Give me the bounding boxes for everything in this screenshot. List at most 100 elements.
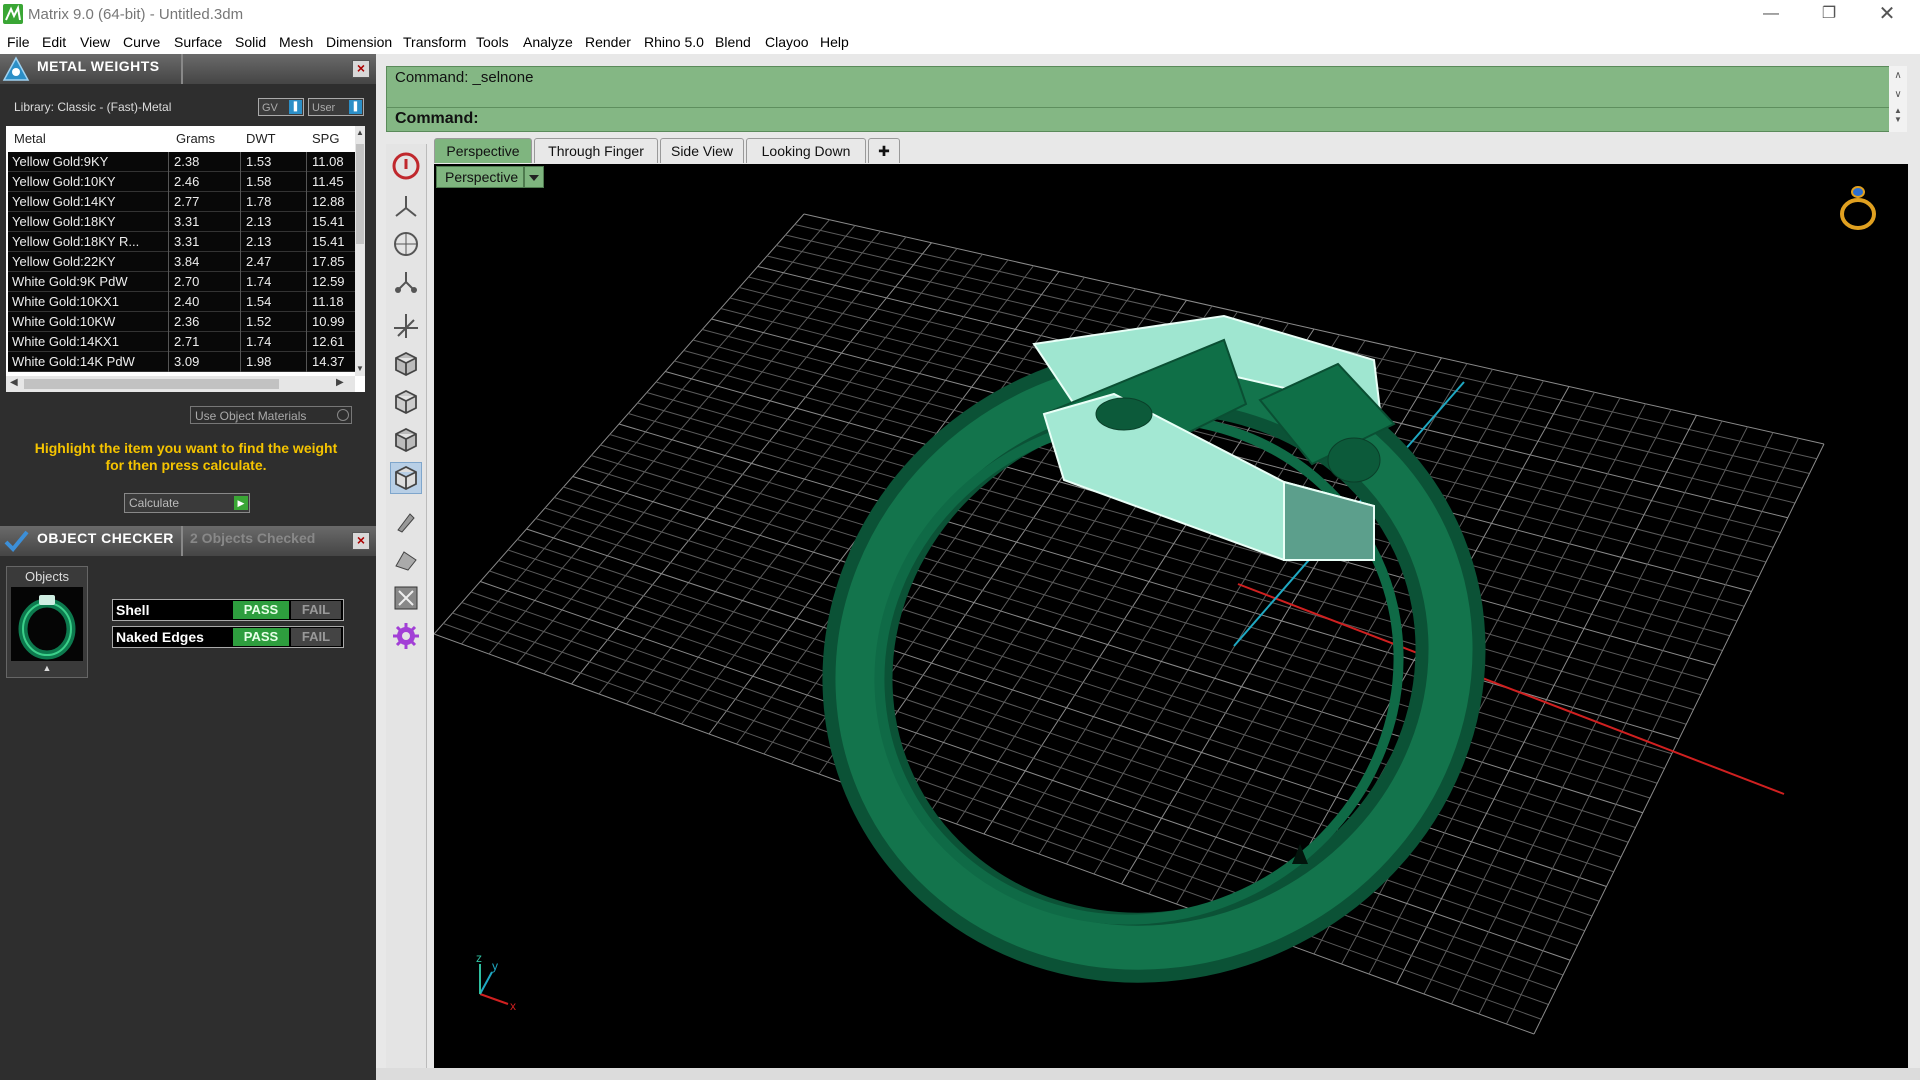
command-prompt[interactable]: Command: (395, 110, 479, 128)
metal-row[interactable]: White Gold:14KX1 2.71 1.74 12.61 (8, 332, 355, 352)
calculate-button[interactable]: Calculate ▶ (124, 493, 250, 513)
cell-metal: White Gold:10KX1 (12, 294, 119, 309)
menu-dimension[interactable]: Dimension (326, 34, 392, 50)
add-tab-icon[interactable]: ✚ (868, 138, 900, 163)
menu-solid[interactable]: Solid (235, 34, 266, 50)
pass-badge: PASS (233, 628, 289, 646)
scroll-up-icon[interactable]: ▲ (355, 128, 365, 137)
menu-help[interactable]: Help (820, 34, 849, 50)
globe-icon[interactable] (390, 228, 422, 260)
menu-surface[interactable]: Surface (174, 34, 222, 50)
metal-weights-close-icon[interactable]: × (352, 60, 370, 78)
close-icon[interactable]: ✕ (1858, 0, 1916, 30)
cell-dwt: 1.54 (246, 294, 272, 309)
column-separator (306, 212, 307, 232)
stop-icon[interactable] (390, 150, 422, 182)
brush-icon[interactable] (390, 506, 422, 538)
instruction-line-1: Highlight the item you want to find the … (34, 440, 338, 456)
frame-icon[interactable] (390, 582, 422, 614)
check-name: Shell (116, 602, 150, 618)
scroll-down-icon[interactable]: ▼ (355, 364, 365, 373)
viewport-name-label[interactable]: Perspective (436, 166, 524, 188)
cell-dwt: 1.58 (246, 174, 272, 189)
3d-viewport[interactable]: x y z (434, 164, 1908, 1068)
cube-top-icon[interactable] (390, 348, 422, 380)
scroll-right-icon[interactable]: ▶ (336, 377, 344, 388)
cell-dwt: 1.74 (246, 334, 272, 349)
menu-analyze[interactable]: Analyze (523, 34, 573, 50)
metal-row[interactable]: White Gold:14K PdW 3.09 1.98 14.37 (8, 352, 355, 372)
cell-spg: 14.37 (312, 354, 345, 369)
clay-icon[interactable] (390, 544, 422, 576)
column-separator (240, 352, 241, 372)
gumball-icon[interactable] (390, 310, 422, 342)
menu-render[interactable]: Render (585, 34, 631, 50)
menu-transform[interactable]: Transform (403, 34, 466, 50)
use-object-materials-label: Use Object Materials (195, 409, 307, 423)
tab-through-finger[interactable]: Through Finger (534, 138, 658, 163)
hscroll-thumb[interactable] (24, 379, 279, 389)
menu-clayoo[interactable]: Clayoo (765, 34, 809, 50)
col-grams[interactable]: Grams (176, 131, 215, 146)
restore-icon[interactable]: ❐ (1800, 0, 1858, 30)
metal-row[interactable]: Yellow Gold:22KY 3.84 2.47 17.85 (8, 252, 355, 272)
col-metal[interactable]: Metal (14, 131, 46, 146)
object-checker-close-icon[interactable]: × (352, 532, 370, 550)
menu-rhino[interactable]: Rhino 5.0 (644, 34, 704, 50)
menu-curve[interactable]: Curve (123, 34, 160, 50)
viewport-scene[interactable]: x y z (434, 164, 1908, 1068)
expand-up-icon[interactable]: ▲ (7, 663, 87, 673)
menu-edit[interactable]: Edit (42, 34, 66, 50)
cell-spg: 12.61 (312, 334, 345, 349)
minimize-icon[interactable]: — (1742, 0, 1800, 30)
scroll-up-icon[interactable]: ∧ (1889, 70, 1907, 81)
checkbox-icon[interactable] (337, 409, 349, 421)
metal-table-vscroll[interactable]: ▲ ▼ (355, 126, 365, 376)
menu-mesh[interactable]: Mesh (279, 34, 313, 50)
column-separator (240, 172, 241, 192)
scroll-down-icon[interactable]: ∨ (1889, 89, 1907, 100)
tree-icon[interactable] (390, 266, 422, 298)
metal-row[interactable]: Yellow Gold:18KY R... 3.31 2.13 15.41 (8, 232, 355, 252)
axis-icon[interactable] (390, 190, 422, 222)
viewport-dropdown-icon[interactable] (524, 166, 544, 188)
metal-row[interactable]: Yellow Gold:18KY 3.31 2.13 15.41 (8, 212, 355, 232)
cube-side-icon[interactable] (390, 424, 422, 456)
cube-persp-icon[interactable] (390, 462, 422, 494)
object-checker-header: OBJECT CHECKER 2 Objects Checked × (0, 526, 376, 556)
col-spg[interactable]: SPG (312, 131, 339, 146)
scroll-thumb[interactable] (356, 144, 364, 244)
gear-purple-icon[interactable] (390, 620, 422, 652)
menu-file[interactable]: File (7, 34, 30, 50)
command-prompt-row[interactable]: Command: (387, 107, 1889, 132)
col-dwt[interactable]: DWT (246, 131, 276, 146)
metal-row[interactable]: White Gold:10KX1 2.40 1.54 11.18 (8, 292, 355, 312)
cube-front-icon[interactable] (390, 386, 422, 418)
tab-perspective[interactable]: Perspective (434, 138, 532, 163)
menu-view[interactable]: View (80, 34, 110, 50)
object-thumbnail[interactable] (11, 587, 83, 661)
title-bar: Matrix 9.0 (64-bit) - Untitled.3dm — ❐ ✕ (0, 0, 1920, 30)
spin-icon[interactable]: ▲ ▼ (1889, 106, 1907, 124)
metal-row[interactable]: Yellow Gold:10KY 2.46 1.58 11.45 (8, 172, 355, 192)
metal-table-hscroll[interactable]: ◀ ▶ (6, 376, 355, 392)
menu-blend[interactable]: Blend (715, 34, 751, 50)
tab-looking-down[interactable]: Looking Down (746, 138, 866, 163)
scroll-left-icon[interactable]: ◀ (10, 377, 18, 388)
cell-dwt: 1.53 (246, 154, 272, 169)
checkmark-icon (4, 530, 29, 552)
metal-row[interactable]: Yellow Gold:9KY 2.38 1.53 11.08 (8, 152, 355, 172)
gv-toggle[interactable]: GV ❚ (258, 98, 304, 116)
ring-view-icon[interactable] (1840, 186, 1876, 230)
menu-tools[interactable]: Tools (476, 34, 509, 50)
user-toggle[interactable]: User ❚ (308, 98, 364, 116)
use-object-materials-toggle[interactable]: Use Object Materials (190, 406, 352, 424)
cell-grams: 2.70 (174, 274, 200, 289)
ring-model[interactable] (764, 283, 1544, 1044)
tab-side-view[interactable]: Side View (660, 138, 744, 163)
metal-row[interactable]: White Gold:9K PdW 2.70 1.74 12.59 (8, 272, 355, 292)
metal-row[interactable]: Yellow Gold:14KY 2.77 1.78 12.88 (8, 192, 355, 212)
column-separator (168, 212, 169, 232)
command-scrollbar[interactable]: ∧ ∨ ▲ ▼ (1889, 66, 1907, 132)
metal-row[interactable]: White Gold:10KW 2.36 1.52 10.99 (8, 312, 355, 332)
